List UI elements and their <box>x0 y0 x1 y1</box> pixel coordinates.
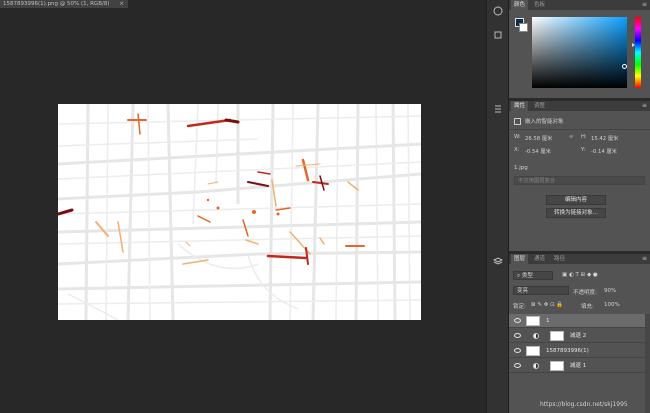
background-color-swatch[interactable] <box>519 23 528 32</box>
layer-name[interactable]: 1 <box>546 314 550 328</box>
opacity-label: 不透明度: <box>573 290 597 296</box>
layer-name[interactable]: 减退 1 <box>570 359 586 373</box>
layer-row[interactable]: 1587893996(1) <box>509 344 645 358</box>
right-panels: 颜色 色板 ≡ 属性 调整 ≡ 嵌入的智能对象 W: 26.58 厘米 ∞ H:… <box>508 0 650 413</box>
layers-panel-icon[interactable] <box>493 256 503 266</box>
close-tab-icon[interactable]: × <box>119 0 124 8</box>
document-tab-title: 1587893996(1).png @ 50% (1, RGB/8) <box>3 1 110 7</box>
properties-panel-icon[interactable] <box>493 104 503 114</box>
layers-panel-tabbar: 图层 通道 路径 ≡ <box>509 254 650 264</box>
layer-filter-icons[interactable]: ▣ ◐ T ⊞ ◆ ● <box>562 272 598 278</box>
brush-panel-icon[interactable] <box>493 30 503 40</box>
panel-icon-strip <box>486 0 508 413</box>
edit-contents-button[interactable]: 编辑内容 <box>546 195 606 205</box>
layer-thumbnail <box>526 346 540 356</box>
layer-row[interactable]: 1 <box>509 314 645 328</box>
layer-row[interactable]: 减退 1 <box>509 359 645 373</box>
layer-name[interactable]: 减退 2 <box>570 329 586 343</box>
convert-to-linked-button[interactable]: 转换为链接对象... <box>546 208 606 218</box>
link-dimensions-icon[interactable]: ∞ <box>569 134 573 140</box>
layer-thumbnail <box>526 316 540 326</box>
x-value[interactable]: -0.54 厘米 <box>525 147 551 155</box>
visibility-eye-icon[interactable] <box>514 333 521 338</box>
tab-paths[interactable]: 路径 <box>551 254 568 264</box>
lock-icons[interactable]: ⊠ ✎ ✥ ⊡ 🔒 <box>531 302 563 308</box>
fill-label: 填充: <box>581 304 594 310</box>
y-label: Y: <box>581 147 586 153</box>
layers-scrollbar[interactable] <box>645 314 650 413</box>
adjustment-layer-icon <box>533 363 539 369</box>
document-canvas[interactable] <box>58 104 421 320</box>
height-label: H: <box>581 134 587 140</box>
heatmap-image <box>58 104 421 320</box>
canvas-area[interactable] <box>0 8 508 413</box>
color-panel: 颜色 色板 ≡ <box>509 0 650 98</box>
blend-mode-dropdown[interactable]: 变亮 <box>513 286 569 295</box>
lock-label: 锁定: <box>513 304 526 310</box>
smart-object-header: 嵌入的智能对象 <box>514 117 564 125</box>
color-panel-menu-icon[interactable]: ≡ <box>642 0 647 10</box>
color-picker-cursor[interactable] <box>622 64 627 69</box>
layer-row[interactable]: 减退 2 <box>509 329 645 343</box>
layer-name[interactable]: 1587893996(1) <box>546 344 589 358</box>
layers-panel: 图层 通道 路径 ≡ ⌕ 类型 ▣ ◐ T ⊞ ◆ ● 变亮 不透明度: 90%… <box>509 254 650 413</box>
layer-mask-thumbnail <box>550 361 564 371</box>
opacity-value[interactable]: 90% <box>604 288 616 294</box>
tab-layers[interactable]: 图层 <box>511 254 529 264</box>
tab-color[interactable]: 颜色 <box>511 0 529 10</box>
color-panel-tabbar: 颜色 色板 ≡ <box>509 0 650 10</box>
visibility-eye-icon[interactable] <box>514 318 521 323</box>
color-picker-field[interactable] <box>532 17 627 88</box>
layer-mask-thumbnail <box>550 331 564 341</box>
x-label: X: <box>514 147 520 153</box>
width-label: W: <box>514 134 521 140</box>
visibility-eye-icon[interactable] <box>514 348 521 353</box>
fill-value[interactable]: 100% <box>604 302 620 308</box>
hue-slider[interactable] <box>635 17 641 88</box>
adjustment-layer-icon <box>533 333 539 339</box>
layer-kind-filter[interactable]: ⌕ 类型 <box>513 271 553 280</box>
layers-panel-menu-icon[interactable]: ≡ <box>642 254 647 264</box>
tab-channels[interactable]: 通道 <box>531 254 548 264</box>
hue-slider-handle[interactable] <box>632 43 635 47</box>
linked-filename: 1.jpg <box>514 165 528 171</box>
object-type-label: 嵌入的智能对象 <box>525 119 564 125</box>
color-panel-icon[interactable] <box>493 6 503 16</box>
layer-kind-filter-value: 类型 <box>521 273 533 279</box>
smart-object-icon <box>514 118 521 125</box>
properties-panel-menu-icon[interactable]: ≡ <box>642 101 647 111</box>
watermark: https://blog.csdn.net/skj1995 <box>540 401 628 408</box>
visibility-eye-icon[interactable] <box>514 363 521 368</box>
tab-properties[interactable]: 属性 <box>511 101 529 111</box>
layer-comp-dropdown[interactable]: 不应用图层复合 <box>514 176 645 185</box>
properties-panel: 属性 调整 ≡ 嵌入的智能对象 W: 26.58 厘米 ∞ H: 15.42 厘… <box>509 101 650 251</box>
document-tab[interactable]: 1587893996(1).png @ 50% (1, RGB/8) × <box>0 0 128 8</box>
properties-panel-tabbar: 属性 调整 ≡ <box>509 101 650 111</box>
divider <box>509 129 650 130</box>
y-value[interactable]: -0.14 厘米 <box>591 147 617 155</box>
tab-adjustments[interactable]: 调整 <box>531 101 548 111</box>
width-value[interactable]: 26.58 厘米 <box>525 134 552 142</box>
tab-swatches[interactable]: 色板 <box>531 0 548 10</box>
height-value[interactable]: 15.42 厘米 <box>591 134 618 142</box>
